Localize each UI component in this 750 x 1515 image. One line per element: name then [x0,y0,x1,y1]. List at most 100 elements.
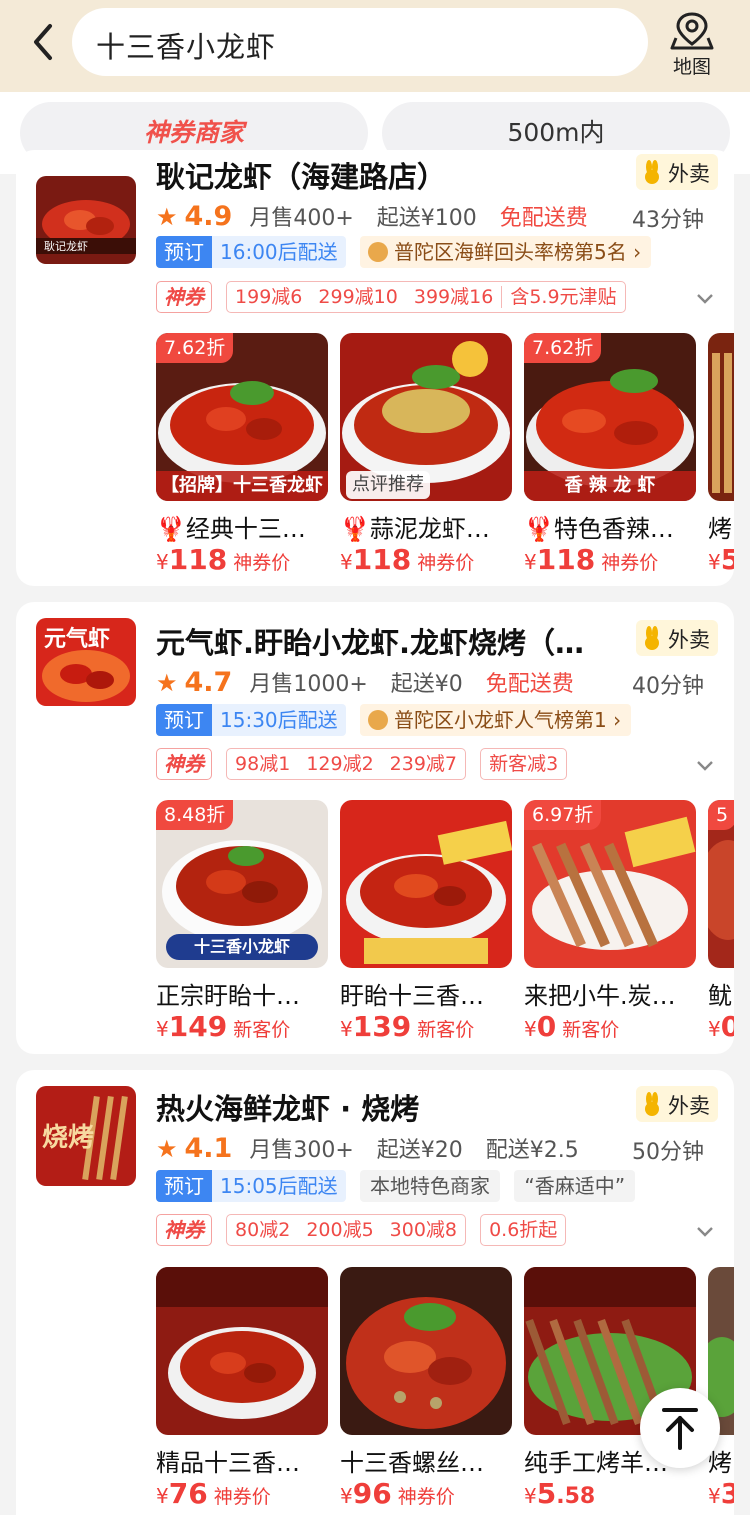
dish-item[interactable]: 8.48折 十三香小龙虾 正宗盱眙十… ¥149 新客价 [156,800,328,1054]
dish-image: 点评推荐 [340,333,512,501]
shop-logo: 烧烤 [36,1086,136,1186]
shop-logo: 耿记龙虾 [36,176,136,264]
dish-price: ¥118 神券价 [156,543,291,576]
back-arrow-icon[interactable] [28,22,58,62]
star-icon: ★ [156,203,178,231]
medal-icon [368,710,388,730]
monthly-sales: 月售300+ [249,1138,354,1163]
min-order: 起送¥100 [376,206,477,231]
logo-text: 耿记龙虾 [44,239,88,253]
dish-item[interactable]: 盱眙十三香… ¥139 新客价 [340,800,512,1054]
coupon-row[interactable]: 神券 98减1 129减2 239减7 新客减3 [156,748,568,780]
dish-caption: 【招牌】十三香龙虾 [156,471,328,501]
chevron-down-icon[interactable] [696,760,714,772]
dish-image: 6.97折 [524,800,696,968]
dish-name: 鱿 [708,982,732,1010]
coupon: 300减8 [389,1219,458,1241]
min-order: 起送¥20 [376,1138,463,1163]
shop-card[interactable]: 元气虾 元气虾.盱眙小龙虾.龙虾烧烤（… 外卖 ★ 4.7 月售1000+ 起送… [16,602,734,1054]
dish-price: ¥118 神券价 [524,543,659,576]
dish-price: ¥76 神券价 [156,1477,271,1510]
delivery-time: 43分钟 [632,208,704,233]
shop-name[interactable]: 元气虾.盱眙小龙虾.龙虾烧烤（… [156,620,626,662]
preorder-time: 16:00后配送 [212,236,346,268]
dish-caption: 点评推荐 [346,471,430,499]
subsidy: 含5.9元津贴 [501,286,625,308]
shen-quan-tag: 神券 [156,1214,212,1246]
coupon: 200减5 [306,1219,374,1241]
logo-text: 元气虾 [44,626,110,652]
takeaway-badge: 外卖 [636,1086,718,1122]
dish-image [156,1267,328,1435]
dish-price: ¥96 神券价 [340,1477,455,1510]
coupon: 239减7 [389,753,458,775]
delivery-fee: 免配送费 [499,206,588,231]
discount-badge: 5 [708,800,734,830]
delivery-fee: 配送¥2.5 [485,1138,579,1163]
map-button[interactable]: 地图 [668,10,716,78]
back-to-top-button[interactable] [640,1388,720,1468]
coupon: 299减10 [318,286,398,308]
coupon-list: 199减6 299减10 399减16 含5.9元津贴 [226,281,626,313]
dish-item[interactable]: 7.62折 【招牌】十三香龙虾 🦞经典十三… ¥118 神券价 [156,333,328,586]
dish-item[interactable]: 点评推荐 🦞蒜泥龙虾… ¥118 神券价 [340,333,512,586]
dish-image [340,800,512,968]
coupon-row[interactable]: 神券 80减2 200减5 300减8 0.6折起 [156,1214,567,1246]
shop-stats: ★ 4.1 月售300+ 起送¥20 配送¥2.5 [156,1132,579,1164]
delivery-fee: 免配送费 [485,672,574,697]
dish-carousel[interactable]: 7.62折 【招牌】十三香龙虾 🦞经典十三… ¥118 神券价 点评推荐 🦞蒜泥龙… [156,333,734,586]
dish-image: 5 [708,800,734,968]
delivery-time: 50分钟 [632,1140,704,1165]
preorder-time: 15:30后配送 [212,704,346,736]
discount-badge: 8.48折 [156,800,234,830]
dish-name: 来把小牛.炭… [524,982,676,1010]
dish-caption: 香 辣 龙 虾 [524,471,696,501]
local-merchant-tag: 本地特色商家 [360,1170,500,1202]
rating: 4.1 [184,1133,233,1164]
min-order: 起送¥0 [390,672,463,697]
chevron-down-icon[interactable] [696,1226,714,1238]
chevron-down-icon[interactable] [696,293,714,305]
rabbit-icon [645,1092,659,1116]
rabbit-icon [645,626,659,650]
dish-item[interactable]: 精品十三香… ¥76 神券价 [156,1267,328,1515]
search-query: 十三香小龙虾 [96,30,277,64]
shop-stats: ★ 4.9 月售400+ 起送¥100 免配送费 [156,200,588,232]
preorder-row: 预订 16:00后配送 普陀区海鲜回头率榜第5名 › [156,236,652,268]
preorder-badge: 预订 [156,236,212,268]
preorder-time: 15:05后配送 [212,1170,346,1202]
coupon-list: 98减1 129减2 239减7 [226,748,467,780]
dish-name: 正宗盱眙十… [156,982,300,1010]
dish-item[interactable]: 6.97折 来把小牛.炭… ¥0 新客价 [524,800,696,1054]
search-input[interactable]: 十三香小龙虾 [72,8,648,76]
preorder-row: 预订 15:30后配送 普陀区小龙虾人气榜第1 › [156,704,632,736]
rank-badge[interactable]: 普陀区小龙虾人气榜第1 › [360,704,632,736]
discount-badge: 7.62折 [156,333,234,363]
shen-quan-tag: 神券 [156,281,212,313]
preorder-badge: 预订 [156,1170,212,1202]
review-tag: “香麻适中” [514,1170,636,1202]
dish-name: 🦞蒜泥龙虾… [340,515,490,543]
shop-card[interactable]: 烧烤 热火海鲜龙虾 · 烧烤 外卖 ★ 4.1 月售300+ 起送¥20 配送¥… [16,1070,734,1515]
dish-item[interactable]: 烤 ¥5 [708,333,734,586]
dish-price: ¥3 [708,1477,734,1510]
shop-name[interactable]: 耿记龙虾（海建路店） [156,154,626,196]
rank-badge[interactable]: 普陀区海鲜回头率榜第5名 › [360,236,652,268]
coupon: 98减1 [235,753,291,775]
preorder-row: 预订 15:05后配送 本地特色商家 “香麻适中” [156,1170,636,1202]
discount-coupon: 0.6折起 [480,1214,567,1246]
shop-stats: ★ 4.7 月售1000+ 起送¥0 免配送费 [156,666,574,698]
coupon: 129减2 [306,753,374,775]
dish-price: ¥5.58 [524,1477,596,1510]
dish-carousel[interactable]: 8.48折 十三香小龙虾 正宗盱眙十… ¥149 新客价 盱眙十三香… ¥139 新… [156,800,734,1054]
shen-quan-tag: 神券 [156,748,212,780]
coupon-row[interactable]: 神券 199减6 299减10 399减16 含5.9元津贴 [156,281,626,313]
dish-item[interactable]: 5 鱿 ¥0 [708,800,734,1054]
dish-price: ¥149 新客价 [156,1010,291,1043]
shop-card[interactable]: 耿记龙虾 耿记龙虾（海建路店） 外卖 ★ 4.9 月售400+ 起送¥100 免… [16,150,734,586]
star-icon: ★ [156,669,178,697]
shop-name[interactable]: 热火海鲜龙虾 · 烧烤 [156,1086,626,1128]
dish-name: 烤 [708,515,732,543]
dish-item[interactable]: 十三香螺丝… ¥96 神券价 [340,1267,512,1515]
dish-item[interactable]: 7.62折 香 辣 龙 虾 🦞特色香辣… ¥118 神券价 [524,333,696,586]
